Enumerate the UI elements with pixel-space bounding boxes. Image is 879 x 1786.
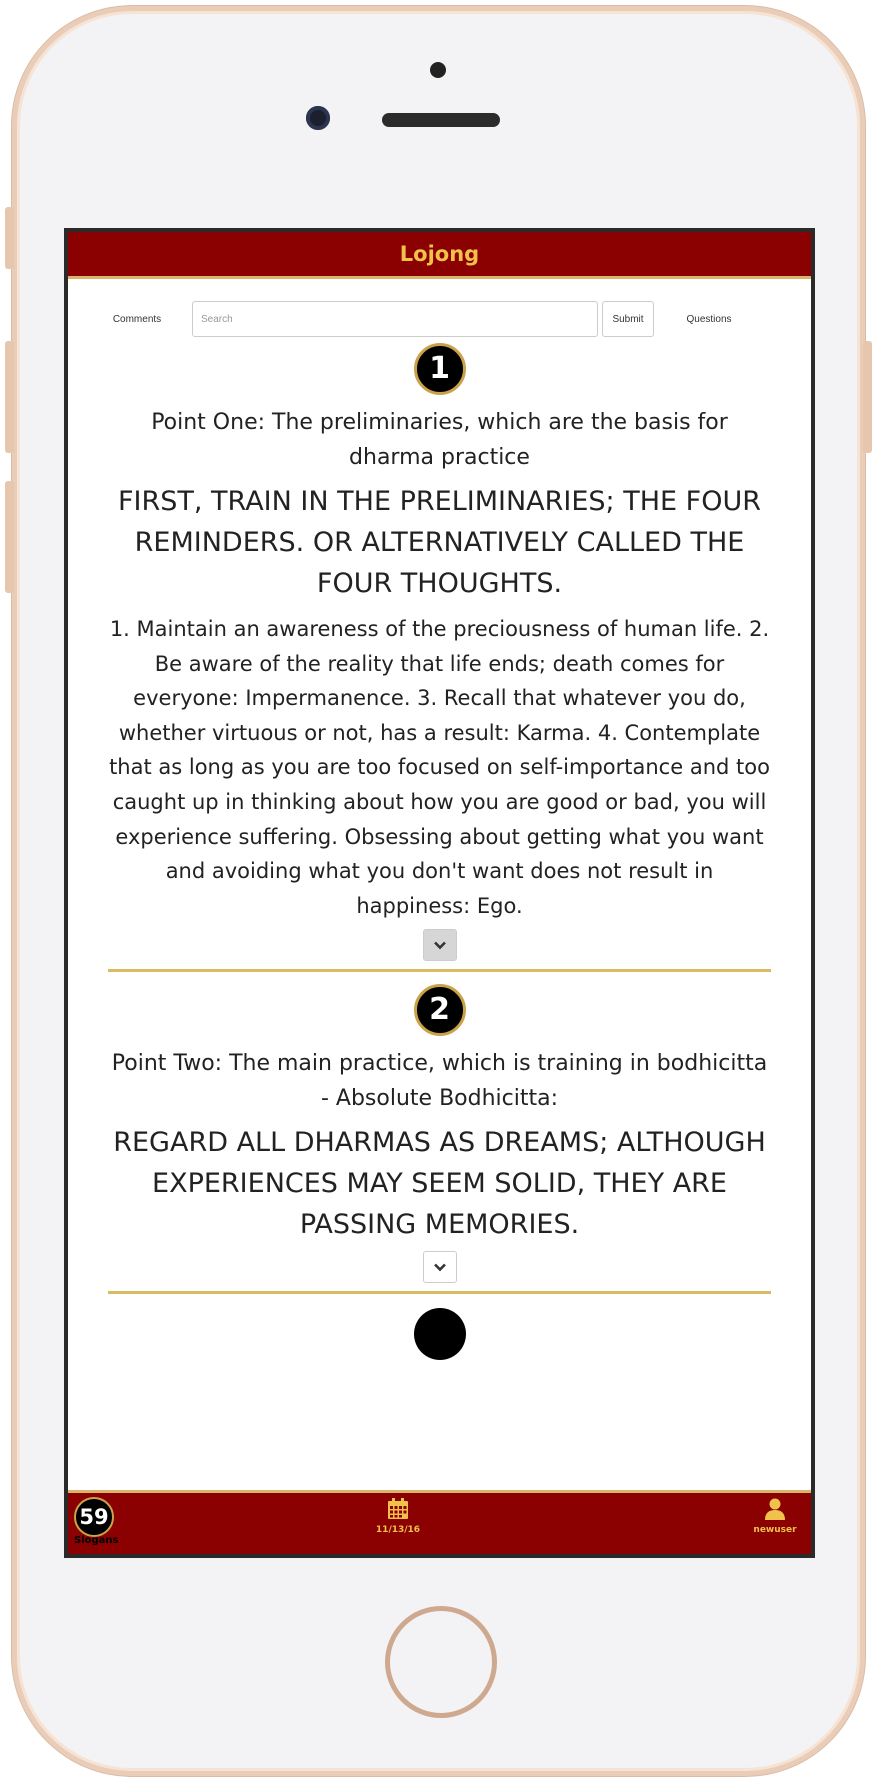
search-input[interactable] (192, 301, 598, 337)
expand-button[interactable] (422, 1251, 457, 1284)
app-title: Lojong (399, 242, 480, 266)
mute-switch (5, 207, 14, 269)
phone-screen: Lojong Comments Submit Questions 1 Point… (64, 228, 815, 1558)
slogan-point: Point Two: The main practice, which is t… (111, 1051, 768, 1112)
next-slogan-badge (413, 1308, 466, 1361)
slogans-count-badge: 59 (74, 1497, 114, 1537)
bottom-nav: 59 Slogans 11/13/16 newuser (68, 1490, 811, 1554)
earpiece-speaker (382, 113, 500, 127)
power-button (863, 341, 872, 453)
nav-date-label: 11/13/16 (375, 1525, 421, 1535)
questions-link[interactable]: Questions (654, 314, 764, 325)
nav-slogans[interactable]: 59 Slogans (74, 1497, 118, 1546)
front-camera (306, 106, 330, 130)
nav-slogans-label: Slogans (74, 1535, 119, 1546)
user-icon (765, 1498, 785, 1520)
nav-user-label: newuser (753, 1525, 797, 1535)
nav-date[interactable]: 11/13/16 (368, 1497, 428, 1535)
volume-down-button (5, 481, 14, 593)
nav-user[interactable]: newuser (745, 1497, 805, 1535)
slogan-heading: REGARD ALL DHARMAS AS DREAMS; ALTHOUGH E… (113, 1127, 766, 1241)
search-row: Comments Submit Questions (68, 297, 811, 341)
calendar-icon (388, 1498, 408, 1519)
slogan-divider (108, 1291, 771, 1295)
top-bar: Lojong (68, 232, 811, 279)
slogan-number-badge: 1 (413, 343, 466, 395)
home-button[interactable] (385, 1606, 497, 1718)
slogan-number-badge: 2 (413, 984, 466, 1037)
chevron-down-icon (433, 1263, 446, 1272)
slogan-description: 1. Maintain an awareness of the precious… (109, 617, 770, 918)
app-view: Lojong Comments Submit Questions 1 Point… (68, 232, 811, 1554)
slogan-divider (108, 969, 771, 973)
proximity-sensor (430, 62, 446, 78)
slogan-heading: FIRST, TRAIN IN THE PRELIMINARIES; THE F… (118, 486, 761, 599)
collapse-button[interactable] (422, 929, 457, 962)
slogan-card: 2 Point Two: The main practice, which is… (68, 984, 811, 1284)
chevron-down-icon (433, 941, 446, 950)
comments-link[interactable]: Comments (82, 314, 192, 325)
submit-button[interactable]: Submit (602, 301, 654, 337)
slogan-point: Point One: The preliminaries, which are … (151, 410, 728, 470)
slogan-card: 1 Point One: The preliminaries, which ar… (68, 343, 811, 962)
volume-up-button (5, 341, 14, 453)
